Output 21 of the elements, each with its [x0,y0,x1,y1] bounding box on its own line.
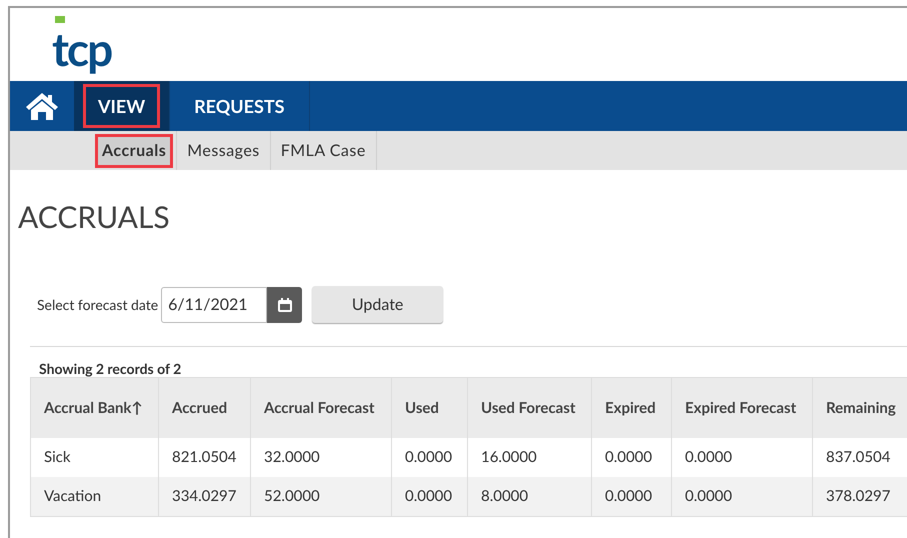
logo: tcp [52,16,116,74]
table-cell: 378.0297 [813,477,907,516]
table-cell: 334.0297 [159,477,251,516]
home-icon [25,91,59,121]
table-cell: 52.0000 [251,477,392,516]
table-cell: 8.0000 [468,477,592,516]
subnav-tab[interactable]: Messages [183,136,264,164]
nav-tab[interactable]: REQUESTS [182,87,297,125]
update-button[interactable]: Update [312,286,444,323]
records-summary: Showing 2 records of 2 [39,362,182,376]
table-cell: 0.0000 [392,477,468,516]
page-title: ACCRUALS [18,202,171,232]
table-cell: 0.0000 [672,477,813,516]
calendar-icon [276,296,293,312]
subnav-tab[interactable]: Accruals [98,136,170,164]
date-field[interactable]: 6/11/2021 [161,286,268,322]
forecast-label: Select forecast date [37,295,158,315]
table-cell: 0.0000 [592,477,672,516]
calendar-button[interactable] [267,286,302,322]
table-cell: Vacation [31,477,159,516]
subnav-tab[interactable]: FMLA Case [276,136,370,164]
